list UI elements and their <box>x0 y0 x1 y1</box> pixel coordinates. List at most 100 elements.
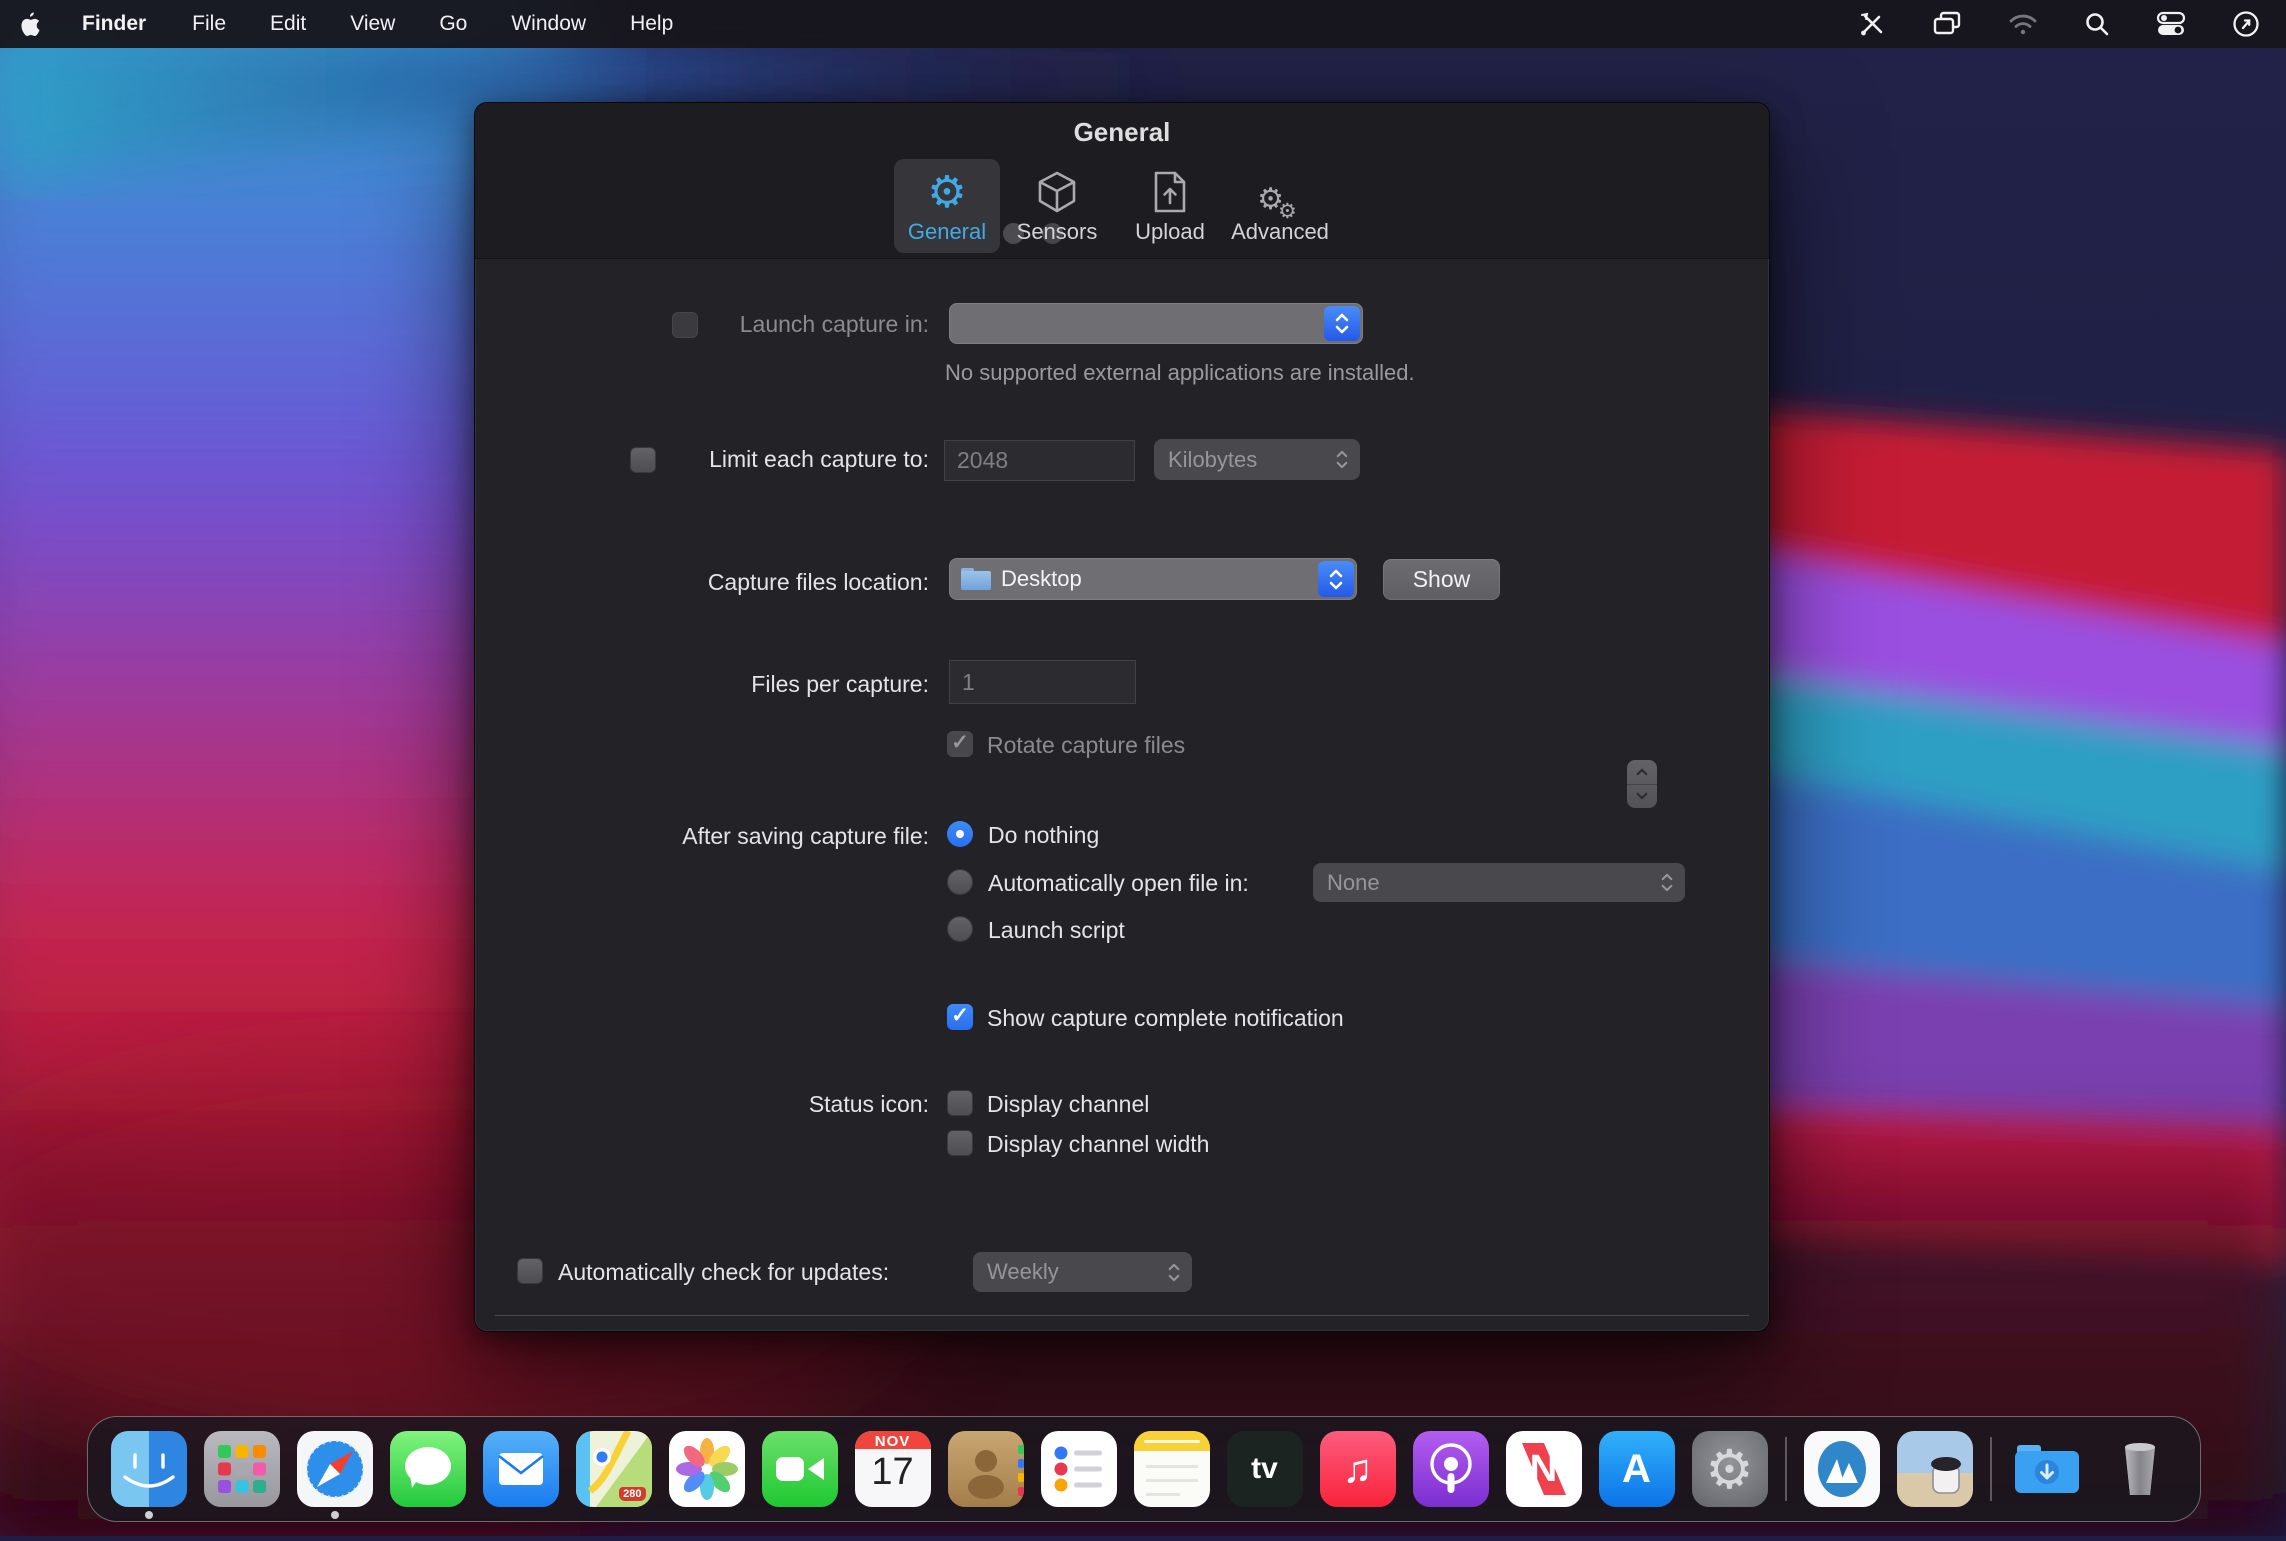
after-saving-label: After saving capture file: <box>682 823 929 849</box>
preferences-window: General General Sensors <box>474 102 1770 1332</box>
files-per-capture-stepper[interactable] <box>1627 760 1657 808</box>
dock-news-icon[interactable]: N <box>1505 1431 1582 1507</box>
dock-music-icon[interactable] <box>1319 1431 1396 1507</box>
dock-facetime-icon[interactable] <box>761 1431 838 1507</box>
dock-finder-icon[interactable] <box>110 1431 187 1519</box>
app-store-logo: A <box>1622 1446 1651 1491</box>
stepper-down-icon <box>1627 785 1657 809</box>
radio-open-file-in[interactable] <box>947 869 973 895</box>
tab-upload[interactable]: Upload <box>1117 159 1223 253</box>
display-channel-width-label: Display channel width <box>987 1131 1210 1157</box>
limit-capture-label: Limit each capture to: <box>709 446 929 472</box>
display-channel-width-checkbox[interactable] <box>947 1130 973 1156</box>
control-center-icon[interactable] <box>2156 11 2186 37</box>
displays-icon[interactable] <box>1932 10 1962 38</box>
dock-podcasts-icon[interactable] <box>1412 1431 1489 1507</box>
limit-capture-field[interactable]: 2048 <box>944 440 1135 481</box>
dock-divider <box>1989 1437 1992 1501</box>
radio-do-nothing[interactable] <box>947 821 973 847</box>
rotate-files-checkbox[interactable] <box>947 730 973 757</box>
dock-photos-icon[interactable] <box>668 1431 745 1507</box>
updates-popup[interactable]: Weekly <box>973 1252 1192 1292</box>
display-channel-label: Display channel <box>987 1091 1150 1117</box>
calendar-day: 17 <box>871 1451 914 1493</box>
gear-icon <box>927 159 966 215</box>
limit-unit-popup[interactable]: Kilobytes <box>1154 439 1360 480</box>
launch-capture-popup[interactable] <box>949 303 1363 344</box>
dock-messages-icon[interactable] <box>389 1431 466 1507</box>
dock-downloads-icon[interactable] <box>2009 1431 2085 1507</box>
toolbox-icon[interactable] <box>1858 10 1886 38</box>
dock-mail-icon[interactable] <box>482 1431 559 1507</box>
menubar-app-name[interactable]: Finder <box>58 0 170 48</box>
apple-menu[interactable] <box>0 11 58 38</box>
dock-tv-icon[interactable]: tv <box>1226 1431 1303 1507</box>
dock-trash-icon[interactable] <box>2102 1431 2178 1507</box>
popup-arrows-icon <box>1168 1252 1180 1292</box>
menu-go[interactable]: Go <box>417 0 489 48</box>
menu-window[interactable]: Window <box>489 0 608 48</box>
cube-icon <box>1035 159 1079 215</box>
menu-bar: Finder File Edit View Go Window Help <box>0 0 2286 48</box>
window-title: General <box>1073 117 1171 147</box>
popup-arrows-icon <box>1318 561 1354 597</box>
upload-doc-icon <box>1152 159 1188 215</box>
status-icon-label: Status icon: <box>808 1091 929 1117</box>
dock-safari-icon[interactable] <box>296 1431 373 1519</box>
dock-app-store-icon[interactable]: A <box>1598 1431 1675 1507</box>
popup-arrows-icon <box>1661 863 1673 902</box>
folder-icon <box>961 568 991 590</box>
show-button[interactable]: Show <box>1383 559 1500 600</box>
radio-open-file-in-label: Automatically open file in: <box>988 870 1249 896</box>
tab-advanced[interactable]: Advanced <box>1227 159 1333 253</box>
open-in-popup[interactable]: None <box>1313 863 1685 902</box>
launch-capture-helper: No supported external applications are i… <box>945 360 1415 385</box>
dock-system-preferences-icon[interactable] <box>1691 1431 1768 1507</box>
dock-jar-app-icon[interactable] <box>1896 1431 1973 1507</box>
location-popup[interactable]: Desktop <box>949 558 1357 600</box>
check-updates-checkbox[interactable] <box>517 1258 543 1284</box>
rotate-files-label: Rotate capture files <box>987 732 1186 758</box>
search-icon[interactable] <box>2084 11 2110 37</box>
files-per-capture-field[interactable]: 1 <box>949 660 1136 704</box>
apple-icon <box>21 11 40 36</box>
running-indicator <box>144 1511 153 1519</box>
wifi-icon[interactable] <box>2008 12 2038 36</box>
dock-contacts-icon[interactable] <box>947 1431 1024 1507</box>
dock: 280 NOV 17 tv ♫ ♫ N A ⚙ <box>87 1416 2201 1522</box>
menu-edit[interactable]: Edit <box>248 0 328 48</box>
dock-maps-icon[interactable]: 280 <box>575 1431 652 1507</box>
tab-sensors[interactable]: Sensors <box>1004 159 1110 253</box>
dock-notes-icon[interactable] <box>1133 1431 1210 1507</box>
menu-help[interactable]: Help <box>608 0 695 48</box>
dock-calendar-icon[interactable]: NOV 17 <box>854 1431 931 1507</box>
launch-capture-label: Launch capture in: <box>739 311 929 337</box>
radio-launch-script-label: Launch script <box>988 917 1125 943</box>
radio-launch-script[interactable] <box>947 916 973 942</box>
window-header: General General Sensors <box>475 103 1769 259</box>
notification-checkbox[interactable] <box>947 1003 973 1030</box>
maps-route-shield: 280 <box>619 1487 646 1501</box>
popup-arrows-icon <box>1336 439 1348 480</box>
radio-do-nothing-label: Do nothing <box>988 822 1100 848</box>
stepper-up-icon <box>1627 760 1657 785</box>
news-logo: N <box>1529 1447 1558 1490</box>
calendar-month: NOV <box>874 1433 911 1450</box>
tab-general[interactable]: General <box>894 159 1000 253</box>
dock-launchpad-icon[interactable] <box>203 1431 280 1507</box>
dock-capture-app-icon[interactable] <box>1803 1431 1880 1507</box>
running-indicator <box>330 1511 339 1519</box>
tv-logo: tv <box>1251 1452 1278 1485</box>
popup-arrows-icon <box>1324 306 1360 341</box>
fast-user-switch-icon[interactable] <box>2232 10 2260 38</box>
gears-icon <box>1257 159 1303 215</box>
display-channel-checkbox[interactable] <box>947 1090 973 1116</box>
section-divider <box>495 1315 1749 1316</box>
music-note-icon <box>1320 1431 1396 1507</box>
dock-reminders-icon[interactable] <box>1040 1431 1117 1507</box>
notification-label: Show capture complete notification <box>987 1005 1344 1031</box>
location-label: Capture files location: <box>707 569 929 595</box>
files-per-capture-label: Files per capture: <box>751 671 929 697</box>
menu-file[interactable]: File <box>170 0 248 48</box>
menu-view[interactable]: View <box>328 0 417 48</box>
